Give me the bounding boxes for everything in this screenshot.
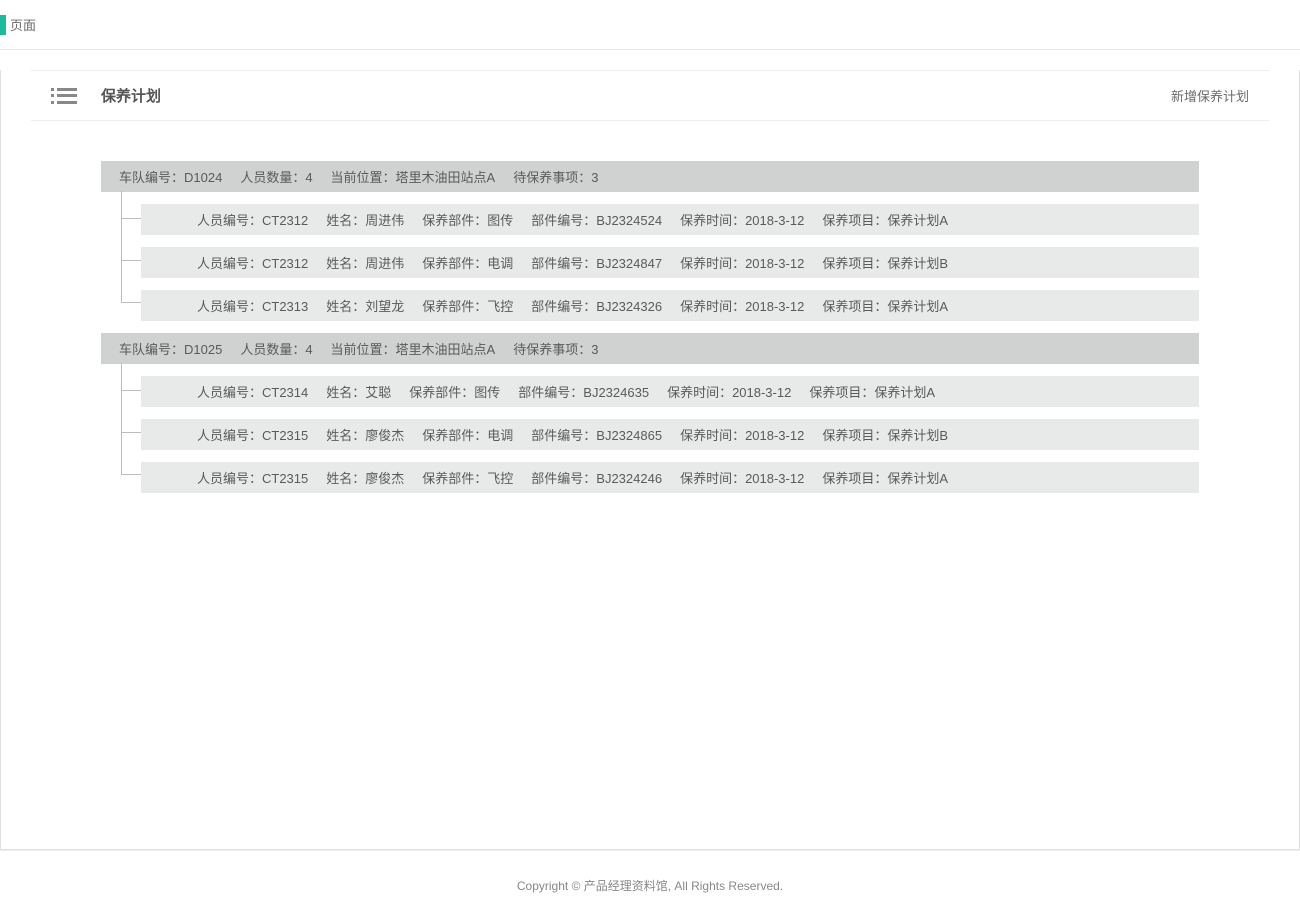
part: 保养部件：飞控	[422, 296, 513, 315]
main-panel: 保养计划 新增保养计划 车队编号：D1024 人员数量：4 当前位置：塔里木油田站点…	[0, 70, 1300, 850]
panel-title: 保养计划	[101, 85, 1171, 106]
part-no: 部件编号：BJ2324635	[518, 382, 649, 401]
person-name: 姓名：周进伟	[326, 253, 404, 272]
person-name: 姓名：周进伟	[326, 210, 404, 229]
tree-vline	[121, 363, 122, 474]
project: 保养项目：保养计划A	[822, 468, 948, 487]
project: 保养项目：保养计划B	[822, 253, 948, 272]
group-header[interactable]: 车队编号：D1024 人员数量：4 当前位置：塔里木油田站点A 待保养事项：3	[101, 161, 1199, 192]
part: 保养部件：图传	[422, 210, 513, 229]
group-header[interactable]: 车队编号：D1025 人员数量：4 当前位置：塔里木油田站点A 待保养事项：3	[101, 333, 1199, 364]
list-icon	[51, 88, 77, 104]
panel-inner: 保养计划 新增保养计划 车队编号：D1024 人员数量：4 当前位置：塔里木油田站点…	[31, 70, 1269, 533]
fleet-id: 车队编号：D1025	[119, 339, 222, 358]
project: 保养项目：保养计划A	[809, 382, 935, 401]
pending: 待保养事项：3	[513, 167, 598, 186]
part-no: 部件编号：BJ2324326	[531, 296, 662, 315]
accent-bar	[0, 15, 6, 35]
location: 当前位置：塔里木油田站点A	[331, 167, 496, 186]
content-area: 车队编号：D1024 人员数量：4 当前位置：塔里木油田站点A 待保养事项：3 人员编号…	[31, 121, 1269, 533]
person-id: 人员编号：CT2313	[197, 296, 308, 315]
person-id: 人员编号：CT2315	[197, 425, 308, 444]
page-title: 页面	[10, 15, 36, 34]
table-row[interactable]: 人员编号：CT2312 姓名：周进伟保养部件：图传部件编号：BJ2324524 保养…	[141, 204, 1199, 235]
panel-header: 保养计划 新增保养计划	[31, 71, 1269, 121]
group: 车队编号：D1024 人员数量：4 当前位置：塔里木油田站点A 待保养事项：3 人员编号…	[101, 161, 1199, 321]
part-no: 部件编号：BJ2324865	[531, 425, 662, 444]
person-count: 人员数量：4	[240, 167, 312, 186]
time: 保养时间：2018-3-12	[667, 382, 791, 401]
fleet-id: 车队编号：D1024	[119, 167, 222, 186]
part: 保养部件：电调	[422, 253, 513, 272]
person-name: 姓名：艾聪	[326, 382, 391, 401]
table-row[interactable]: 人员编号：CT2315 姓名：廖俊杰保养部件：飞控部件编号：BJ2324246 保养…	[141, 462, 1199, 493]
part: 保养部件：飞控	[422, 468, 513, 487]
person-id: 人员编号：CT2315	[197, 468, 308, 487]
tree-vline	[121, 191, 122, 302]
table-row[interactable]: 人员编号：CT2313 姓名：刘望龙保养部件：飞控部件编号：BJ2324326 保养…	[141, 290, 1199, 321]
person-count: 人员数量：4	[240, 339, 312, 358]
table-row[interactable]: 人员编号：CT2315 姓名：廖俊杰保养部件：电调部件编号：BJ2324865 保养…	[141, 419, 1199, 450]
part-no: 部件编号：BJ2324524	[531, 210, 662, 229]
part: 保养部件：图传	[409, 382, 500, 401]
project: 保养项目：保养计划B	[822, 425, 948, 444]
tree-hline	[121, 432, 141, 433]
table-row[interactable]: 人员编号：CT2312 姓名：周进伟保养部件：电调部件编号：BJ2324847 保养…	[141, 247, 1199, 278]
person-id: 人员编号：CT2314	[197, 382, 308, 401]
part-no: 部件编号：BJ2324847	[531, 253, 662, 272]
part: 保养部件：电调	[422, 425, 513, 444]
person-name: 姓名：廖俊杰	[326, 425, 404, 444]
time: 保养时间：2018-3-12	[680, 468, 804, 487]
add-plan-button[interactable]: 新增保养计划	[1171, 86, 1249, 105]
person-name: 姓名：刘望龙	[326, 296, 404, 315]
group: 车队编号：D1025 人员数量：4 当前位置：塔里木油田站点A 待保养事项：3 人员编号…	[101, 333, 1199, 493]
time: 保养时间：2018-3-12	[680, 253, 804, 272]
project: 保养项目：保养计划A	[822, 210, 948, 229]
project: 保养项目：保养计划A	[822, 296, 948, 315]
tree-hline	[121, 218, 141, 219]
tree-hline	[121, 302, 141, 303]
pending: 待保养事项：3	[513, 339, 598, 358]
person-name: 姓名：廖俊杰	[326, 468, 404, 487]
person-id: 人员编号：CT2312	[197, 210, 308, 229]
time: 保养时间：2018-3-12	[680, 425, 804, 444]
part-no: 部件编号：BJ2324246	[531, 468, 662, 487]
tree-hline	[121, 260, 141, 261]
top-bar: 页面	[0, 0, 1300, 50]
time: 保养时间：2018-3-12	[680, 296, 804, 315]
location: 当前位置：塔里木油田站点A	[331, 339, 496, 358]
tree-hline	[121, 390, 141, 391]
time: 保养时间：2018-3-12	[680, 210, 804, 229]
footer-text: Copyright © 产品经理资料馆, All Rights Reserved…	[0, 850, 1300, 920]
tree-hline	[121, 474, 141, 475]
table-row[interactable]: 人员编号：CT2314 姓名：艾聪保养部件：图传部件编号：BJ2324635 保养时…	[141, 376, 1199, 407]
person-id: 人员编号：CT2312	[197, 253, 308, 272]
